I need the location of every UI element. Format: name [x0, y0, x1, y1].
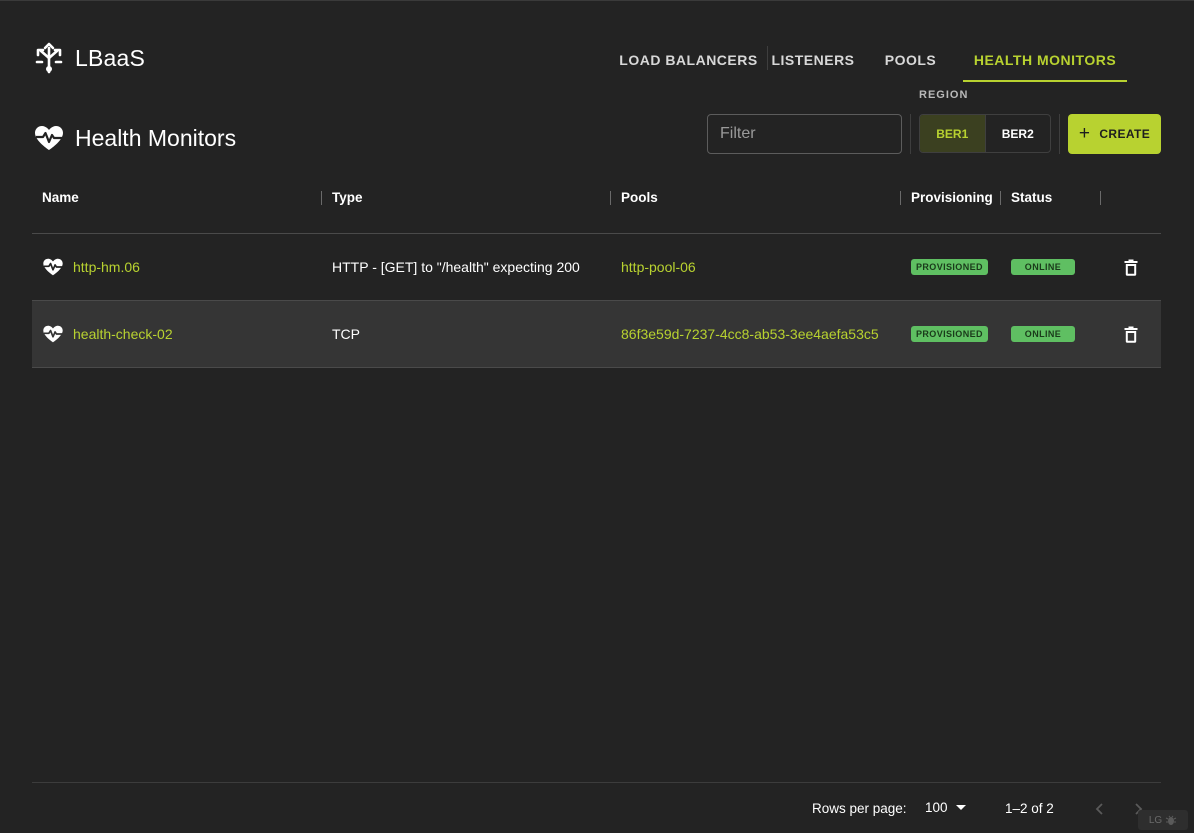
- app-title: LBaaS: [75, 44, 146, 71]
- region-toggle: BER1 BER2: [919, 114, 1051, 153]
- tab-listeners[interactable]: LISTENERS: [768, 38, 858, 82]
- arrows-split-icon: [35, 42, 63, 74]
- toolbar-divider: [1059, 114, 1060, 154]
- table-row[interactable]: health-check-02 TCP 86f3e59d-7237-4cc8-a…: [32, 301, 1161, 368]
- column-header-type[interactable]: Type: [332, 190, 363, 205]
- pagination-range: 1–2 of 2: [1005, 801, 1054, 816]
- delete-icon[interactable]: [1124, 326, 1138, 343]
- heart-pulse-icon: [35, 126, 63, 150]
- column-header-provisioning[interactable]: Provisioning: [911, 190, 993, 205]
- region-option-ber2[interactable]: BER2: [986, 115, 1051, 152]
- create-button[interactable]: + CREATE: [1068, 114, 1161, 154]
- heart-pulse-icon: [43, 325, 63, 343]
- health-monitor-link[interactable]: http-hm.06: [73, 259, 140, 275]
- column-header-status[interactable]: Status: [1011, 190, 1052, 205]
- status-badge: ONLINE: [1011, 326, 1075, 342]
- name-cell: http-hm.06: [42, 234, 140, 300]
- rows-per-page-value: 100: [925, 800, 948, 815]
- debug-badge-label: LG: [1148, 814, 1163, 826]
- health-monitors-table: Name Type Pools Provisioning Status http…: [32, 177, 1161, 368]
- heart-pulse-icon: [43, 258, 63, 276]
- main-nav: LOAD BALANCERS LISTENERS POOLS HEALTH MO…: [610, 38, 1127, 82]
- column-header-pools[interactable]: Pools: [621, 190, 658, 205]
- type-cell: TCP: [332, 326, 360, 342]
- caret-down-icon: [955, 805, 966, 810]
- region-label: REGION: [919, 89, 969, 101]
- name-cell: health-check-02: [42, 301, 173, 367]
- delete-icon[interactable]: [1124, 259, 1138, 276]
- region-option-ber1[interactable]: BER1: [920, 115, 986, 152]
- provisioning-badge: PROVISIONED: [911, 326, 988, 342]
- column-divider[interactable]: [321, 191, 322, 205]
- chevron-left-icon: [1095, 803, 1103, 815]
- tab-pools[interactable]: POOLS: [858, 38, 963, 82]
- rows-per-page-select[interactable]: 100: [925, 800, 966, 815]
- status-badge: ONLINE: [1011, 259, 1075, 275]
- page-title: Health Monitors: [75, 124, 237, 151]
- column-divider[interactable]: [1000, 191, 1001, 205]
- tab-load-balancers[interactable]: LOAD BALANCERS: [610, 38, 767, 82]
- pool-link[interactable]: 86f3e59d-7237-4cc8-ab53-3ee4aefa53c5: [621, 301, 879, 367]
- bug-icon: [1165, 815, 1177, 825]
- table-header: Name Type Pools Provisioning Status: [32, 177, 1161, 234]
- footer-divider: [32, 782, 1161, 783]
- column-header-name[interactable]: Name: [42, 190, 79, 205]
- create-button-label: CREATE: [1099, 127, 1151, 141]
- previous-page-button[interactable]: [1091, 799, 1107, 819]
- toolbar-divider: [910, 114, 911, 154]
- app-brand[interactable]: LBaaS: [34, 41, 145, 75]
- type-cell: HTTP - [GET] to "/health" expecting 200: [332, 259, 580, 275]
- plus-icon: +: [1078, 122, 1091, 144]
- debug-badge[interactable]: LG: [1138, 810, 1188, 830]
- column-divider[interactable]: [610, 191, 611, 205]
- provisioning-cell: PROVISIONED: [911, 234, 988, 300]
- actions-cell: [1124, 301, 1138, 367]
- status-cell: ONLINE: [1011, 234, 1075, 300]
- filter-input[interactable]: [707, 114, 902, 154]
- column-divider[interactable]: [900, 191, 901, 205]
- provisioning-badge: PROVISIONED: [911, 259, 988, 275]
- health-monitor-link[interactable]: health-check-02: [73, 326, 173, 342]
- rows-per-page-label: Rows per page:: [812, 801, 907, 816]
- tab-health-monitors[interactable]: HEALTH MONITORS: [963, 38, 1127, 82]
- page-header: Health Monitors: [34, 122, 236, 154]
- pool-link[interactable]: http-pool-06: [621, 234, 696, 300]
- column-divider[interactable]: [1100, 191, 1101, 205]
- provisioning-cell: PROVISIONED: [911, 301, 988, 367]
- table-row[interactable]: http-hm.06 HTTP - [GET] to "/health" exp…: [32, 234, 1161, 301]
- status-cell: ONLINE: [1011, 301, 1075, 367]
- actions-cell: [1124, 234, 1138, 300]
